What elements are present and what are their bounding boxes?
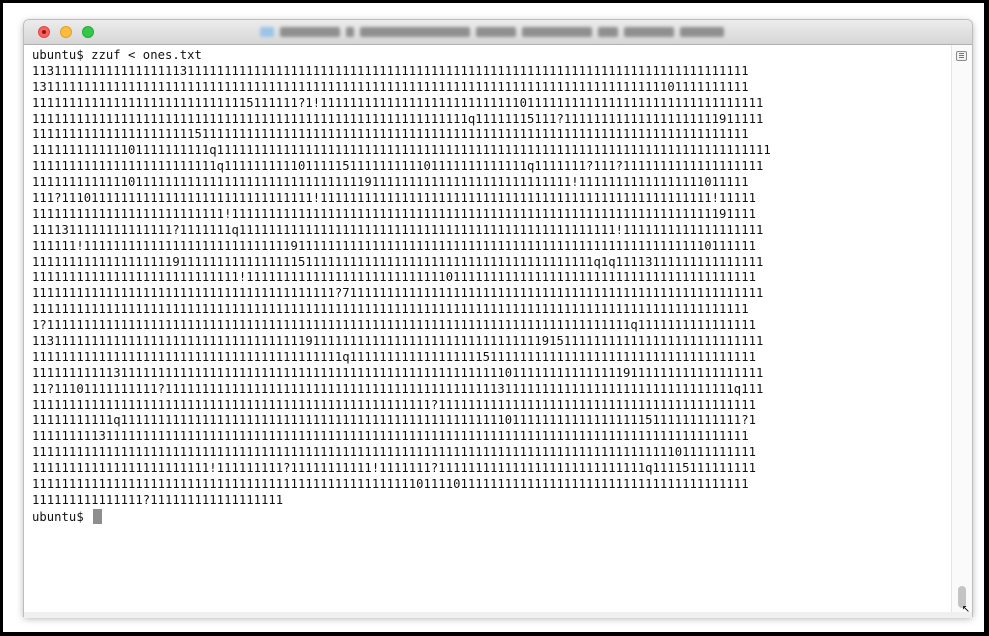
background-window-edge — [24, 612, 972, 618]
output-line: 1111111111111111111111111111!11111111111… — [32, 270, 756, 285]
output-line: 1111111111111111111111111111111111111111… — [32, 397, 756, 412]
output-line: 1?11111111111111111111111111111111111111… — [32, 318, 756, 333]
close-button[interactable] — [38, 26, 50, 38]
text-cursor — [93, 508, 103, 524]
output-line: 1111111111111111111111111111111111111111… — [32, 477, 749, 492]
output-line: 1111111113111111111111111111111111111111… — [32, 429, 749, 444]
output-line: 1111111111131111111111111111111111111111… — [32, 365, 764, 380]
output-line: 1111111111111111111111111111111111111111… — [32, 302, 749, 317]
command-line: ubuntu$ zzuf < ones.txt — [32, 48, 202, 62]
output-line: 1111111111111111111111111111111111111111… — [32, 445, 756, 460]
window-title — [260, 25, 744, 39]
output-line: 1111111111111111111111111111111111111111… — [32, 286, 764, 301]
output-line: 111111!111111111111111111111111111191111… — [32, 238, 756, 253]
prompt-line: ubuntu$ — [32, 508, 771, 525]
output-line: 11111111111q1111111111111111111111111111… — [32, 413, 756, 428]
output-line: 1111111111111111111111511111111111111111… — [32, 127, 749, 142]
output-line: 11?11101111111111?1111111111111111111111… — [32, 381, 764, 396]
terminal-window: ubuntu$ zzuf < ones.txt 1131111111111111… — [24, 20, 972, 616]
output-line: 1111111111111011111111111111111111111111… — [32, 175, 749, 190]
output-line: 1111111111111111111111111111111111111111… — [32, 349, 756, 364]
output-line: 111111111111101111111111q111111111111111… — [32, 143, 771, 158]
output-line: 11111111111111111111111111!1111111111111… — [32, 206, 756, 221]
output-line: 1111111111111111111111111111111111111111… — [32, 111, 764, 126]
title-bar[interactable] — [24, 20, 972, 45]
zoom-button[interactable] — [82, 26, 94, 38]
output-line: 111111111111111?111111111111111111 — [32, 492, 284, 507]
output-lines: 1131111111111111111131111111111111111111… — [32, 64, 771, 509]
prompt-text: ubuntu$ — [32, 509, 84, 524]
vertical-scrollbar[interactable]: ↖ — [951, 45, 972, 616]
terminal-content[interactable]: ubuntu$ zzuf < ones.txt 1131111111111111… — [24, 45, 952, 616]
output-line: 1311111111111111111111111111111111111111… — [32, 79, 749, 94]
list-icon[interactable] — [956, 51, 967, 61]
close-icon — [42, 30, 46, 34]
output-line: 1111111111111111111911111111111111115111… — [32, 254, 764, 269]
output-line: 1111311111111111111?1111111q111111111111… — [32, 222, 764, 237]
output-line: 111111111111111111111111111115111111?1!1… — [32, 95, 764, 110]
output-line: 1131111111111111111131111111111111111111… — [32, 63, 749, 78]
output-line: 111111111111111111111111!111111111?11111… — [32, 461, 756, 476]
output-line: 111?1110111111111111111111111111111111!1… — [32, 191, 756, 206]
terminal-output: ubuntu$ zzuf < ones.txt 1131111111111111… — [32, 48, 771, 525]
output-line: 1111111111111111111111111q11111111110111… — [32, 159, 764, 174]
minimize-button[interactable] — [60, 26, 72, 38]
output-line: 1131111111111111111111111111111111111911… — [32, 334, 764, 349]
